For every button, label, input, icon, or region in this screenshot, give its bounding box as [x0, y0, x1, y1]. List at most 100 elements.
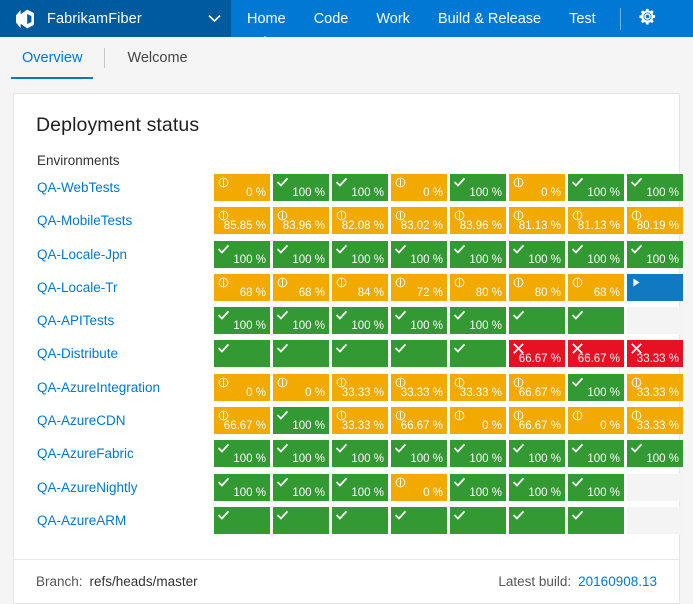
deployment-tile[interactable]: 0 %	[391, 174, 447, 201]
deployment-tile[interactable]: 82.08 %	[332, 207, 388, 235]
deployment-tile[interactable]: 0 %	[509, 174, 565, 201]
deployment-tile[interactable]: 0 %	[391, 473, 447, 501]
nav-link-home[interactable]: Home	[231, 0, 300, 37]
deployment-tile[interactable]: 100 %	[627, 240, 683, 268]
deployment-tile[interactable]	[273, 340, 329, 368]
environment-link[interactable]: QA-AzureNightly	[36, 474, 214, 501]
deployment-tile[interactable]: 100 %	[509, 473, 565, 501]
nav-link-code[interactable]: Code	[300, 0, 363, 37]
deployment-tile[interactable]: 33.33 %	[332, 373, 388, 401]
deployment-tile[interactable]: 100 %	[450, 174, 506, 201]
latest-build-link[interactable]: 20160908.13	[578, 574, 657, 589]
deployment-tile[interactable]: 83.02 %	[391, 207, 447, 235]
deployment-tile[interactable]: 100 %	[391, 440, 447, 468]
deployment-tile[interactable]	[568, 506, 624, 534]
deployment-tile[interactable]: 100 %	[391, 307, 447, 335]
environment-link[interactable]: QA-Distribute	[36, 340, 214, 367]
deployment-tile[interactable]: 100 %	[273, 473, 329, 501]
deployment-tile[interactable]: 100 %	[391, 240, 447, 268]
deployment-tile[interactable]	[214, 506, 270, 534]
deployment-tile[interactable]	[509, 506, 565, 534]
deployment-tile[interactable]: 85.85 %	[214, 207, 270, 235]
environment-link[interactable]: QA-AzureCDN	[36, 407, 214, 434]
environment-link[interactable]: QA-Locale-Tr	[36, 274, 214, 301]
deployment-tile[interactable]: 0 %	[214, 373, 270, 401]
deployment-tile[interactable]: 100 %	[627, 174, 683, 201]
deployment-tile[interactable]: 100 %	[214, 440, 270, 468]
deployment-tile[interactable]: 66.67 %	[391, 407, 447, 435]
deployment-tile[interactable]	[450, 506, 506, 534]
deployment-tile[interactable]: 66.67 %	[509, 340, 565, 368]
deployment-tile[interactable]	[568, 307, 624, 335]
deployment-tile[interactable]	[627, 273, 683, 301]
environment-link[interactable]: QA-MobileTests	[36, 207, 214, 234]
deployment-tile[interactable]: 33.33 %	[627, 407, 683, 435]
deployment-tile[interactable]	[332, 506, 388, 534]
deployment-tile[interactable]: 33.33 %	[627, 340, 683, 368]
environment-link[interactable]: QA-AzureARM	[36, 507, 214, 534]
deployment-tile[interactable]: 80.19 %	[627, 207, 683, 235]
environment-link[interactable]: QA-APITests	[36, 307, 214, 334]
deployment-tile[interactable]: 66.67 %	[568, 340, 624, 368]
deployment-tile[interactable]: 100 %	[509, 240, 565, 268]
deployment-tile[interactable]	[214, 340, 270, 368]
deployment-tile[interactable]	[509, 307, 565, 335]
deployment-tile[interactable]: 100 %	[273, 407, 329, 435]
deployment-tile[interactable]: 100 %	[273, 240, 329, 268]
chevron-down-icon[interactable]	[182, 14, 221, 23]
deployment-tile[interactable]	[391, 506, 447, 534]
deployment-tile[interactable]: 100 %	[332, 174, 388, 201]
deployment-tile[interactable]: 81.13 %	[568, 207, 624, 235]
deployment-tile[interactable]: 80 %	[509, 273, 565, 301]
deployment-tile[interactable]: 100 %	[332, 473, 388, 501]
deployment-tile[interactable]: 100 %	[214, 240, 270, 268]
deployment-tile[interactable]: 100 %	[450, 473, 506, 501]
deployment-tile[interactable]: 0 %	[273, 373, 329, 401]
brand-zone[interactable]: FabrikamFiber	[0, 0, 231, 37]
deployment-tile[interactable]: 100 %	[332, 240, 388, 268]
deployment-tile[interactable]: 100 %	[273, 440, 329, 468]
deployment-tile[interactable]: 100 %	[568, 440, 624, 468]
deployment-tile[interactable]: 100 %	[273, 174, 329, 201]
deployment-tile[interactable]: 66.67 %	[214, 407, 270, 435]
nav-link-build-release[interactable]: Build & Release	[424, 0, 555, 37]
deployment-tile[interactable]: 81.13 %	[509, 207, 565, 235]
deployment-tile[interactable]: 100 %	[214, 307, 270, 335]
deployment-tile[interactable]: 100 %	[332, 307, 388, 335]
tab-welcome[interactable]: Welcome	[115, 37, 199, 79]
deployment-tile[interactable]: 100 %	[627, 440, 683, 468]
deployment-tile[interactable]: 33.33 %	[332, 407, 388, 435]
settings-button[interactable]	[627, 0, 669, 37]
environment-link[interactable]: QA-AzureFabric	[36, 440, 214, 467]
deployment-tile[interactable]: 83.96 %	[273, 207, 329, 235]
deployment-tile[interactable]: 100 %	[273, 307, 329, 335]
deployment-tile[interactable]: 33.33 %	[627, 373, 683, 401]
deployment-tile[interactable]: 100 %	[568, 240, 624, 268]
deployment-tile[interactable]: 100 %	[214, 473, 270, 501]
deployment-tile[interactable]: 100 %	[332, 440, 388, 468]
deployment-tile[interactable]: 66.67 %	[509, 407, 565, 435]
deployment-tile[interactable]	[332, 340, 388, 368]
environment-link[interactable]: QA-WebTests	[36, 174, 214, 201]
deployment-tile[interactable]	[273, 506, 329, 534]
deployment-tile[interactable]: 83.96 %	[450, 207, 506, 235]
deployment-tile[interactable]: 0 %	[214, 174, 270, 201]
deployment-tile[interactable]: 80 %	[450, 273, 506, 301]
deployment-tile[interactable]: 33.33 %	[450, 373, 506, 401]
deployment-tile[interactable]: 100 %	[450, 240, 506, 268]
environment-link[interactable]: QA-AzureIntegration	[36, 374, 214, 401]
deployment-tile[interactable]	[450, 340, 506, 368]
nav-link-test[interactable]: Test	[555, 0, 610, 37]
tab-overview[interactable]: Overview	[10, 37, 94, 79]
deployment-tile[interactable]: 68 %	[568, 273, 624, 301]
environment-link[interactable]: QA-Locale-Jpn	[36, 241, 214, 268]
deployment-tile[interactable]: 66.67 %	[509, 373, 565, 401]
deployment-tile[interactable]: 72 %	[391, 273, 447, 301]
deployment-tile[interactable]: 100 %	[509, 440, 565, 468]
deployment-tile[interactable]: 68 %	[214, 273, 270, 301]
deployment-tile[interactable]: 100 %	[450, 307, 506, 335]
deployment-tile[interactable]: 33.33 %	[391, 373, 447, 401]
deployment-tile[interactable]: 100 %	[450, 440, 506, 468]
deployment-tile[interactable]: 100 %	[568, 373, 624, 401]
deployment-tile[interactable]: 84 %	[332, 273, 388, 301]
